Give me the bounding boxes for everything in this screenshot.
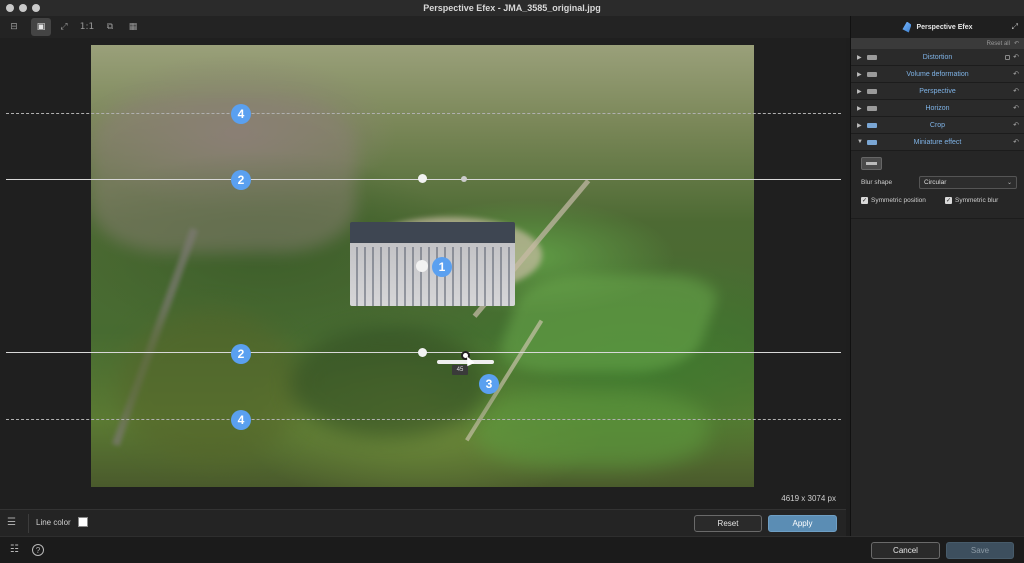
expand-arrow-icon[interactable]: ▶: [857, 71, 862, 78]
adjustments-panel: Perspective Efex ⤢ Reset all ↶ ▶ Distort…: [850, 16, 1024, 536]
expand-arrow-icon[interactable]: ▶: [857, 122, 862, 129]
compare-split-icon[interactable]: ⊟: [4, 18, 24, 36]
lock-icon[interactable]: [1005, 54, 1010, 60]
footer-bar: ☷ ? Cancel Save: [0, 536, 1024, 563]
line-color-swatch[interactable]: [78, 517, 88, 527]
image-canvas[interactable]: 4 2 1 2 3 4 45 4619 x 3074 px: [0, 38, 846, 509]
section-reset-icon[interactable]: ↶: [1013, 104, 1019, 112]
fit-screen-icon[interactable]: ⤢: [54, 18, 74, 36]
cancel-button[interactable]: Cancel: [871, 542, 940, 559]
section-perspective[interactable]: ▶ Perspective ↶: [851, 83, 1024, 100]
apply-button[interactable]: Apply: [768, 515, 837, 532]
panel-header: Perspective Efex ⤢: [851, 16, 1024, 38]
top-rotate-handle[interactable]: [461, 176, 467, 182]
edit-bottom-bar: ☰ Line color Reset Apply: [0, 509, 846, 536]
settings-sliders-icon[interactable]: ☷: [10, 544, 19, 555]
section-miniature-effect[interactable]: ▼ Miniature effect ↶: [851, 134, 1024, 151]
callout-badge: 4: [231, 104, 251, 124]
top-line-handle[interactable]: [418, 174, 427, 183]
perspective-icon: [867, 89, 877, 94]
symmetric-blur-label: Symmetric blur: [955, 197, 999, 204]
callout-badge: 4: [231, 410, 251, 430]
collapse-arrow-icon[interactable]: ▼: [857, 139, 863, 145]
linear-blur-preset-button[interactable]: [861, 157, 882, 170]
panel-title: Perspective Efex: [916, 23, 973, 31]
image-view-icon[interactable]: ▣: [31, 18, 51, 36]
horizon-icon: [867, 106, 877, 111]
symmetric-position-checkbox[interactable]: ✓ Symmetric position: [861, 197, 926, 204]
miniature-effect-icon: [867, 140, 877, 145]
perspective-efex-logo-icon: [902, 21, 912, 33]
window-controls: [6, 4, 40, 12]
callout-badge: 3: [479, 374, 499, 394]
app-window: Perspective Efex - JMA_3585_original.jpg…: [0, 0, 1024, 563]
expand-arrow-icon[interactable]: ▶: [857, 105, 862, 112]
window-title: Perspective Efex - JMA_3585_original.jpg: [423, 3, 601, 13]
distortion-icon: [867, 55, 877, 60]
close-window-button[interactable]: [6, 4, 14, 12]
center-handle[interactable]: [416, 260, 428, 272]
bottom-line-handle[interactable]: [418, 348, 427, 357]
section-volume-deformation[interactable]: ▶ Volume deformation ↶: [851, 66, 1024, 83]
one-to-one-icon[interactable]: 1:1: [77, 18, 97, 36]
grid-icon[interactable]: ▦: [123, 18, 143, 36]
checkbox-checked-icon[interactable]: ✓: [945, 197, 952, 204]
section-reset-icon[interactable]: ↶: [1013, 138, 1019, 146]
miniature-effect-settings: Blur shape Circular ⌄ ✓ Symmetric positi…: [851, 151, 1024, 219]
title-bar: Perspective Efex - JMA_3585_original.jpg: [0, 0, 1024, 16]
outer-blur-line-top[interactable]: [6, 113, 841, 114]
blur-shape-label: Blur shape: [861, 179, 893, 186]
layers-icon[interactable]: ⧉: [100, 18, 120, 36]
blur-strength-value: 45: [452, 365, 468, 375]
reset-all-row: Reset all ↶: [851, 38, 1024, 49]
section-crop[interactable]: ▶ Crop ↶: [851, 117, 1024, 134]
outer-blur-line-bottom[interactable]: [6, 419, 841, 420]
reset-button[interactable]: Reset: [694, 515, 762, 532]
expand-arrow-icon[interactable]: ▶: [857, 54, 862, 61]
callout-badge: 2: [231, 170, 251, 190]
blur-shape-select[interactable]: Circular ⌄: [919, 176, 1017, 189]
section-reset-icon[interactable]: ↶: [1013, 87, 1019, 95]
view-toolbar: ⊟ ▣ ⤢ 1:1 ⧉ ▦: [0, 16, 850, 38]
section-distortion[interactable]: ▶ Distortion ↶: [851, 49, 1024, 66]
fullscreen-icon[interactable]: ⤢: [1012, 22, 1018, 32]
callout-badge: 2: [231, 344, 251, 364]
reset-all-button[interactable]: Reset all: [987, 41, 1010, 47]
help-icon[interactable]: ?: [32, 544, 44, 556]
line-color-label: Line color: [36, 518, 71, 527]
section-reset-icon[interactable]: ↶: [1013, 53, 1019, 61]
section-reset-icon[interactable]: ↶: [1013, 121, 1019, 129]
symmetric-position-label: Symmetric position: [871, 197, 926, 204]
divider: [28, 514, 29, 533]
zoom-window-button[interactable]: [32, 4, 40, 12]
callout-badge: 1: [432, 257, 452, 277]
volume-deformation-icon: [867, 72, 877, 77]
symmetric-blur-checkbox[interactable]: ✓ Symmetric blur: [945, 197, 998, 204]
image-dimensions: 4619 x 3074 px: [781, 494, 836, 503]
section-reset-icon[interactable]: ↶: [1013, 70, 1019, 78]
minimize-window-button[interactable]: [19, 4, 27, 12]
chevron-down-icon: ⌄: [1006, 180, 1012, 186]
guides-toggle-icon[interactable]: ☰: [7, 517, 21, 529]
save-button[interactable]: Save: [946, 542, 1014, 559]
blur-shape-value: Circular: [924, 179, 947, 186]
crop-icon: [867, 123, 877, 128]
expand-arrow-icon[interactable]: ▶: [857, 88, 862, 95]
checkbox-checked-icon[interactable]: ✓: [861, 197, 868, 204]
reset-all-icon[interactable]: ↶: [1014, 40, 1019, 47]
section-horizon[interactable]: ▶ Horizon ↶: [851, 100, 1024, 117]
